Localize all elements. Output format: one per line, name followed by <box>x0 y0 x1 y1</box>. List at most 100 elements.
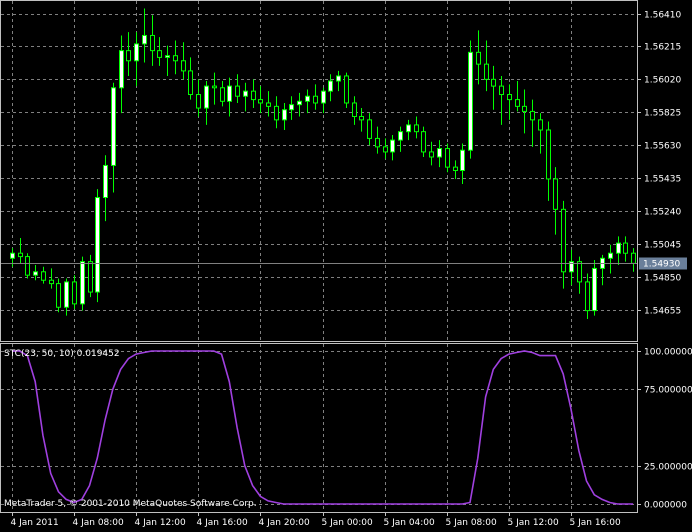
candle-body <box>72 281 77 305</box>
candle-body <box>111 87 116 166</box>
candle-body <box>321 90 326 104</box>
candle-body <box>134 43 139 62</box>
candle-body <box>289 104 294 111</box>
y-tick-label: 1.56020 <box>644 76 681 86</box>
candle-body <box>258 99 263 104</box>
candle-body <box>344 75 349 104</box>
candle-body <box>173 55 178 62</box>
candle-body <box>119 50 124 89</box>
candle-body <box>188 70 193 96</box>
indicator-y-tick-label: 25.000000 <box>644 463 692 473</box>
candle-body <box>553 178 558 210</box>
candle-body <box>585 281 590 312</box>
x-tick-label: 4 Jan 2011 <box>11 518 59 528</box>
x-tick-label: 4 Jan 08:00 <box>73 518 125 528</box>
candle-body <box>445 148 450 168</box>
candle-body <box>204 85 209 109</box>
x-tick-label: 4 Jan 20:00 <box>259 518 311 528</box>
candle-body <box>421 131 426 153</box>
x-tick-label: 5 Jan 16:00 <box>570 518 622 528</box>
candle-body <box>297 100 302 106</box>
x-tick-label: 5 Jan 00:00 <box>322 518 374 528</box>
candle-body <box>484 63 489 80</box>
candle-body <box>616 242 621 254</box>
candle-body <box>429 151 434 158</box>
candle-body <box>142 34 147 45</box>
y-tick-label: 1.55825 <box>644 109 681 119</box>
price-tag-label: 1.54930 <box>643 260 680 270</box>
x-tick-label: 5 Jan 12:00 <box>508 518 560 528</box>
candle-body <box>305 95 310 102</box>
candle-body <box>453 166 458 172</box>
candle-body <box>383 146 388 153</box>
copyright-text: MetaTrader 5, © 2001-2010 MetaQuotes Sof… <box>4 499 257 509</box>
candle-body <box>491 78 496 87</box>
candle-body <box>18 252 23 258</box>
y-tick-label: 1.54655 <box>644 307 681 317</box>
candle-body <box>515 99 520 107</box>
candle-body <box>41 271 46 281</box>
candle-body <box>56 283 61 308</box>
candle-body <box>220 87 225 102</box>
y-tick-label: 1.55240 <box>644 208 681 218</box>
indicator-label: STC(23, 50, 10) 0.019452 <box>4 349 120 359</box>
candle-body <box>181 60 186 72</box>
candle-body <box>150 34 155 52</box>
candle-body <box>243 90 248 97</box>
candle-body <box>235 85 240 97</box>
candle-body <box>522 105 527 112</box>
candle-body <box>88 261 93 293</box>
x-tick-label: 5 Jan 04:00 <box>384 518 436 528</box>
candle-body <box>390 139 395 153</box>
candle-body <box>631 252 636 264</box>
candle-body <box>437 148 442 158</box>
y-tick-label: 1.55045 <box>644 241 681 251</box>
indicator-y-tick-label: 0.000000 <box>644 501 687 511</box>
candle-body <box>592 267 597 312</box>
candle-body <box>499 85 504 96</box>
candle-body <box>507 94 512 101</box>
candle-body <box>608 252 613 259</box>
candle-body <box>460 149 465 171</box>
candle-body <box>577 261 582 283</box>
candle-body <box>313 95 318 104</box>
chart-canvas: 4 Jan 2011 4 Jan 08:00 4 Jan 12:00 4 Jan 16… <box>0 0 692 532</box>
candle-body <box>476 51 481 65</box>
candle-body <box>157 50 162 58</box>
x-tick-label: 4 Jan 16:00 <box>197 518 249 528</box>
candle-body <box>546 129 551 180</box>
candle-body <box>25 256 30 276</box>
candle-body <box>530 110 535 121</box>
candle-body <box>274 105 279 121</box>
candle-body <box>414 124 419 133</box>
x-tick-label: 5 Jan 08:00 <box>446 518 498 528</box>
candle-body <box>623 242 628 254</box>
candle-body <box>398 131 403 141</box>
candle-body <box>352 102 357 117</box>
indicator-y-tick-label: 100.000000 <box>644 348 692 358</box>
candle-body <box>336 75 341 82</box>
indicator-y-tick-label: 75.000000 <box>644 386 692 396</box>
candle-body <box>227 85 232 102</box>
candle-body <box>375 137 380 148</box>
x-tick-label: 4 Jan 12:00 <box>135 518 187 528</box>
y-tick-label: 1.55435 <box>644 175 681 185</box>
candle-body <box>328 80 333 92</box>
candle-body <box>95 197 100 293</box>
candle-body <box>10 252 15 259</box>
candle-body <box>126 50 131 62</box>
candle-body <box>103 164 108 199</box>
candle-body <box>64 281 69 308</box>
candle-body <box>561 208 566 273</box>
candle-body <box>468 51 473 151</box>
candle-body <box>359 115 364 121</box>
candle-body <box>251 90 256 101</box>
candle-body <box>49 279 54 285</box>
candle-body <box>33 271 38 276</box>
candle-body <box>212 85 217 89</box>
y-tick-label: 1.54850 <box>644 274 681 284</box>
y-tick-label: 1.56215 <box>644 43 681 53</box>
candle-body <box>266 102 271 107</box>
y-tick-label: 1.56410 <box>644 11 681 21</box>
candle-body <box>367 119 372 139</box>
